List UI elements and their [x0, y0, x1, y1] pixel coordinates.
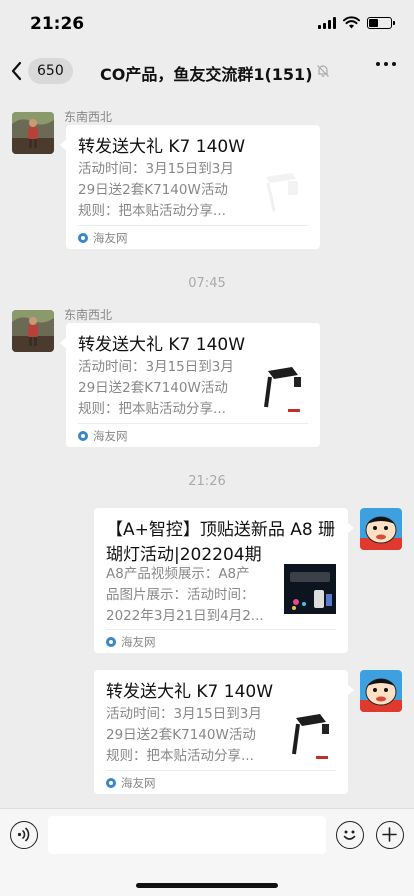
- nav-bar: 650 CO产品，鱼友交流群1(151): [0, 48, 414, 94]
- timestamp: 07:45: [188, 276, 226, 291]
- chevron-left-icon: [11, 61, 22, 81]
- card-description: A8产品视频展示：A8产 品图片展示：活动时间： 2022年3月21日到4月2.…: [106, 566, 264, 624]
- battery-icon: [367, 16, 395, 29]
- link-card[interactable]: 转发送大礼 K7 140W 活动时间：3月15日到3月 29日送2套K7140W…: [94, 670, 354, 794]
- card-source: 海友网: [106, 629, 336, 653]
- card-thumbnail: [258, 165, 312, 219]
- card-source: 海友网: [106, 770, 336, 794]
- timestamp: 21:26: [188, 474, 226, 489]
- back-button[interactable]: 650: [10, 57, 73, 85]
- plus-icon: [382, 827, 397, 842]
- card-source: 海友网: [78, 225, 308, 249]
- card-source: 海友网: [78, 423, 308, 447]
- source-logo-icon: [78, 232, 88, 243]
- wifi-icon: [343, 16, 360, 29]
- my-avatar[interactable]: [360, 508, 402, 550]
- cellular-signal-icon: [318, 16, 336, 29]
- source-logo-icon: [106, 777, 116, 788]
- status-icons: [318, 16, 395, 29]
- voice-icon: [17, 827, 30, 842]
- my-avatar[interactable]: [360, 670, 402, 712]
- emoji-button[interactable]: [336, 821, 364, 849]
- status-bar: 21:26: [0, 0, 414, 48]
- card-title: 转发送大礼 K7 140W: [78, 137, 246, 157]
- more-icon: [376, 62, 380, 66]
- card-thumbnail: [284, 564, 336, 614]
- card-description: 活动时间：3月15日到3月 29日送2套K7140W活动 规则：把本贴活动分享.…: [106, 706, 262, 764]
- sender-name: 东南西北: [64, 110, 113, 124]
- more-button[interactable]: [376, 62, 396, 66]
- source-logo-icon: [106, 636, 116, 647]
- plus-button[interactable]: [376, 821, 404, 849]
- card-thumbnail: [286, 710, 340, 764]
- unread-count-badge: 650: [28, 58, 73, 84]
- link-card[interactable]: 转发送大礼 K7 140W 活动时间：3月15日到3月 29日送2套K7140W…: [60, 323, 320, 447]
- source-logo-icon: [78, 430, 88, 441]
- card-title: 转发送大礼 K7 140W: [106, 682, 274, 702]
- sender-name: 东南西北: [64, 308, 113, 322]
- bell-muted-icon: [317, 65, 329, 77]
- card-description: 活动时间：3月15日到3月 29日送2套K7140W活动 规则：把本贴活动分享.…: [78, 359, 234, 417]
- status-time: 21:26: [30, 14, 85, 34]
- card-title: 转发送大礼 K7 140W: [78, 335, 246, 355]
- link-card[interactable]: 转发送大礼 K7 140W 活动时间：3月15日到3月 29日送2套K7140W…: [60, 125, 320, 249]
- voice-button[interactable]: [10, 821, 38, 849]
- emoji-icon: [343, 830, 356, 840]
- card-description: 活动时间：3月15日到3月 29日送2套K7140W活动 规则：把本贴活动分享.…: [78, 161, 234, 219]
- chat-title: CO产品，鱼友交流群1(151): [100, 65, 313, 84]
- sender-avatar[interactable]: [12, 310, 54, 352]
- card-title: 【A+智控】顶贴送新品 A8 珊 瑚灯活动|202204期: [106, 520, 336, 565]
- sender-avatar[interactable]: [12, 112, 54, 154]
- message-input[interactable]: [48, 816, 326, 854]
- home-indicator: [136, 883, 278, 888]
- link-card[interactable]: 【A+智控】顶贴送新品 A8 珊 瑚灯活动|202204期 A8产品视频展示：A…: [94, 508, 354, 653]
- card-thumbnail: [258, 363, 312, 417]
